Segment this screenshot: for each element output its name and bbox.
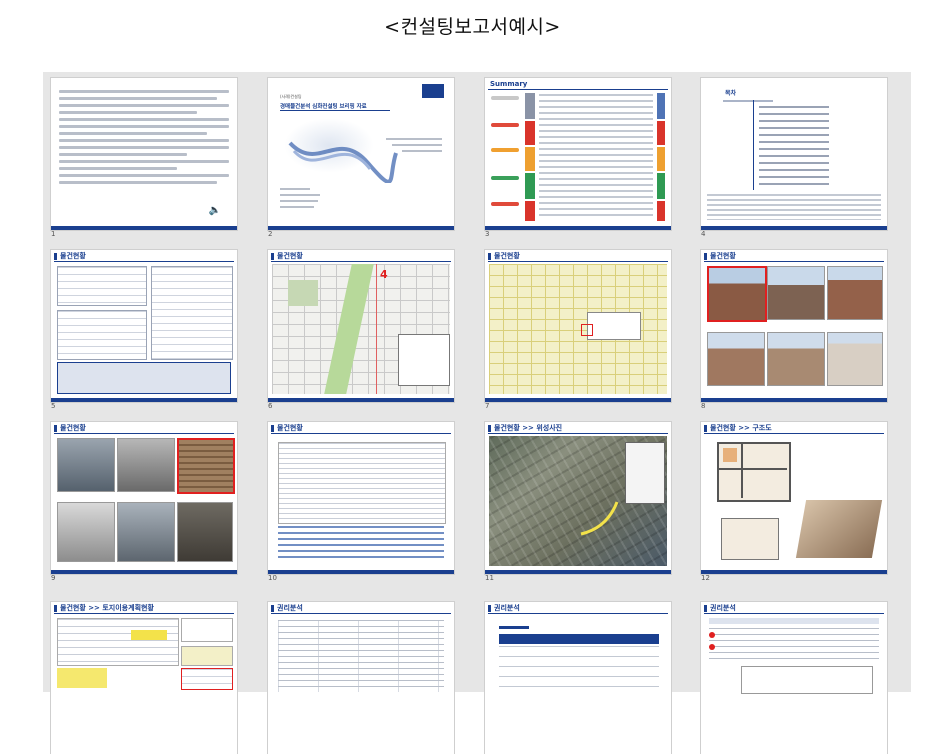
page-title: <컨설팅보고서예시> <box>384 16 561 38</box>
slide-header: 물건현황 <box>268 250 454 262</box>
slide-thumbnail-5[interactable]: 물건현황 <box>51 250 237 402</box>
slide-thumbnail-11[interactable]: 물건현황 >> 위성사진 <box>485 422 671 574</box>
slide-heading: 물건현황 <box>60 424 86 432</box>
slide-number: 4 <box>701 230 706 238</box>
slide-header: 물건현황 >> 위성사진 <box>485 422 671 434</box>
slide-header: 물건현황 >> 토지이용계획현황 <box>51 602 237 614</box>
slide-header: 권리분석 <box>701 602 887 614</box>
slide-header: 물건현황 <box>701 250 887 262</box>
slide-header: 물건현황 <box>51 422 237 434</box>
toc-heading: 목차 <box>725 90 737 97</box>
slide-number: 5 <box>51 402 56 410</box>
slide-header: 물건현황 <box>51 250 237 262</box>
slide-number: 10 <box>268 574 277 582</box>
slide-heading: 권리분석 <box>277 604 303 612</box>
slide-heading: 물건현황 >> 토지이용계획현황 <box>60 604 154 612</box>
slide-thumbnail-4[interactable]: 목차 <box>701 78 887 230</box>
slide-thumbnail-7[interactable]: 물건현황 <box>485 250 671 402</box>
slide-heading: 물건현황 <box>277 424 303 432</box>
slide-number: 2 <box>268 230 273 238</box>
slide-number: 6 <box>268 402 273 410</box>
slide-header: 권리분석 <box>485 602 671 614</box>
slide-header: 권리분석 <box>268 602 454 614</box>
slide-thumbnail-15[interactable]: 권리분석 <box>485 602 671 754</box>
slide-number: 1 <box>51 230 56 238</box>
slide-heading: 물건현황 <box>277 252 303 260</box>
slide-thumbnail-6[interactable]: 물건현황 4 <box>268 250 454 402</box>
slide-heading: 물건현황 <box>494 252 520 260</box>
slide-heading: 물건현황 >> 구조도 <box>710 424 772 432</box>
slide-thumbnail-2[interactable]: (사례)컨설팅 경매물건분석 심화컨설팅 브리핑 자료 <box>268 78 454 230</box>
slide-number: 8 <box>701 402 706 410</box>
slide-heading: 물건현황 <box>710 252 736 260</box>
highlight-arc <box>580 501 619 536</box>
slide-number: 7 <box>485 402 490 410</box>
slide-thumbnail-10[interactable]: 물건현황 <box>268 422 454 574</box>
slide-thumbnail-8[interactable]: 물건현황 <box>701 250 887 402</box>
slide-number: 12 <box>701 574 710 582</box>
slide-heading: 물건현황 <box>60 252 86 260</box>
slide-heading: 물건현황 >> 위성사진 <box>494 424 563 432</box>
slide-header: 물건현황 <box>485 250 671 262</box>
speaker-icon: 🔈 <box>208 205 221 216</box>
slide-thumbnail-12[interactable]: 물건현황 >> 구조도 <box>701 422 887 574</box>
slide-heading: 권리분석 <box>710 604 736 612</box>
summary-heading: Summary <box>490 80 528 88</box>
slide-number: 9 <box>51 574 56 582</box>
slide-thumbnail-16[interactable]: 권리분석 <box>701 602 887 754</box>
wave-graphic <box>288 141 398 183</box>
slide-thumbnail-9[interactable]: 물건현황 <box>51 422 237 574</box>
slide-thumbnail-grid: 🔈 1 (사례)컨설팅 경매물건분석 심화컨설팅 브리핑 자료 2 Summar… <box>43 72 911 754</box>
cover-title: 경매물건분석 심화컨설팅 브리핑 자료 <box>280 104 367 110</box>
slide-heading: 권리분석 <box>494 604 520 612</box>
slide-number: 3 <box>485 230 490 238</box>
slide-thumbnail-14[interactable]: 권리분석 <box>268 602 454 754</box>
slide-thumbnail-3[interactable]: Summary <box>485 78 671 230</box>
slide-number: 11 <box>485 574 494 582</box>
slide-header: 물건현황 >> 구조도 <box>701 422 887 434</box>
slide-header: 물건현황 <box>268 422 454 434</box>
slide-thumbnail-1[interactable]: 🔈 <box>51 78 237 230</box>
slide-thumbnail-13[interactable]: 물건현황 >> 토지이용계획현황 <box>51 602 237 754</box>
